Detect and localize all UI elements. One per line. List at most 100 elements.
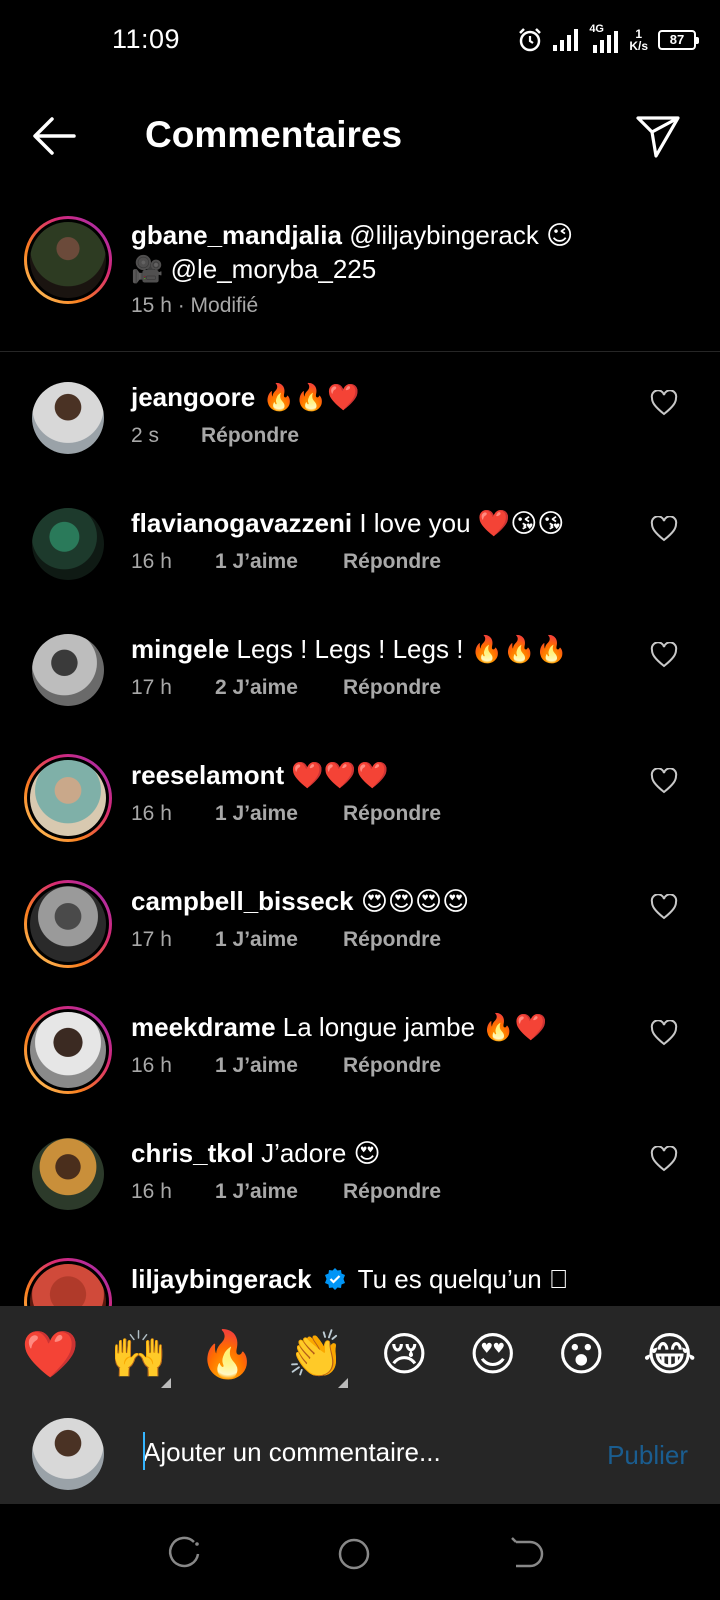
- likes-count[interactable]: 1 J’aime: [215, 928, 343, 952]
- likes-count[interactable]: 1 J’aime: [215, 1054, 343, 1078]
- heart-outline-icon[interactable]: [650, 390, 678, 416]
- reply-button[interactable]: Répondre: [343, 1180, 441, 1204]
- reaction-heart-eyes-button[interactable]: 😍: [453, 1327, 533, 1381]
- battery-icon: 87: [658, 30, 699, 50]
- comment-text: liljaybingerack Tu es quelqu’un 🏾: [131, 1262, 568, 1296]
- reaction-raised-hands-button[interactable]: 🙌: [99, 1327, 179, 1388]
- reaction-surprised-button[interactable]: 😮: [541, 1327, 621, 1381]
- alarm-icon: [519, 28, 542, 52]
- reply-button[interactable]: Répondre: [343, 928, 441, 952]
- comment-item: liljaybingerack Tu es quelqu’un 🏾: [0, 1250, 720, 1306]
- comment-username[interactable]: reeselamont: [131, 760, 284, 790]
- back-nav-icon[interactable]: [506, 1534, 546, 1574]
- comment-item: jeangoore 🔥🔥❤️ 2 s Répondre: [0, 368, 720, 496]
- system-nav-bar: [0, 1504, 720, 1600]
- current-user-avatar: [32, 1418, 104, 1490]
- heart-outline-icon[interactable]: [650, 1020, 678, 1046]
- reply-button[interactable]: Répondre: [201, 424, 299, 448]
- text-cursor: [143, 1432, 145, 1470]
- recent-apps-icon[interactable]: [164, 1534, 204, 1574]
- comment-text: campbell_bisseck 😍😍😍😍: [131, 884, 469, 918]
- heart-outline-icon[interactable]: [650, 768, 678, 794]
- net-speed: 1 K/s: [629, 27, 648, 53]
- comment-body: 😍😍😍😍: [360, 886, 470, 916]
- status-time: 11:09: [112, 24, 181, 54]
- likes-count[interactable]: 1 J’aime: [215, 1180, 343, 1204]
- comment-item: campbell_bisseck 😍😍😍😍 17 h 1 J’aime Répo…: [0, 872, 720, 1000]
- verified-badge-icon: [324, 1268, 345, 1290]
- comment-text: reeselamont ❤️❤️❤️: [131, 758, 389, 792]
- reaction-cry-button[interactable]: 😢: [364, 1327, 444, 1381]
- reaction-heart-button[interactable]: ❤️: [10, 1327, 90, 1382]
- comment-username[interactable]: chris_tkol: [131, 1138, 254, 1168]
- heart-outline-icon[interactable]: [650, 642, 678, 668]
- avatar[interactable]: [32, 382, 104, 454]
- skin-tone-indicator: [160, 1377, 171, 1388]
- likes-count[interactable]: 1 J’aime: [215, 550, 343, 574]
- avatar[interactable]: [24, 216, 112, 304]
- avatar[interactable]: [32, 508, 104, 580]
- comment-text: chris_tkol J’adore 😍: [131, 1136, 381, 1170]
- comment-time: 16 h: [131, 550, 172, 573]
- comment-time: 17 h: [131, 928, 172, 951]
- signal-4g-icon: 4G: [589, 23, 619, 53]
- comment-input-bar: Publier: [0, 1402, 720, 1504]
- likes-count[interactable]: 1 J’aime: [215, 802, 343, 826]
- comment-item: flavianogavazzeni I love you ❤️😘😘 16 h 1…: [0, 494, 720, 622]
- reply-button[interactable]: Répondre: [343, 1054, 441, 1078]
- comment-time: 16 h: [131, 1054, 172, 1077]
- comment-text: meekdrame La longue jambe 🔥❤️: [131, 1010, 547, 1044]
- arrow-left-icon: [33, 117, 76, 155]
- reaction-clap-button[interactable]: 👏: [276, 1327, 356, 1388]
- reply-button[interactable]: Répondre: [343, 550, 441, 574]
- comment-body: J’adore 😍: [261, 1138, 381, 1168]
- comment-username[interactable]: campbell_bisseck: [131, 886, 354, 916]
- comment-body: Legs ! Legs ! Legs ! 🔥🔥🔥: [236, 634, 568, 664]
- reaction-fire-button[interactable]: 🔥: [187, 1327, 267, 1382]
- caption-username[interactable]: gbane_mandjalia: [131, 220, 342, 250]
- comment-username[interactable]: meekdrame: [131, 1012, 276, 1042]
- post-caption: gbane_mandjalia @liljaybingerack 😉 🎥 @le…: [0, 212, 720, 352]
- comment-username[interactable]: mingele: [131, 634, 229, 664]
- comment-item: mingele Legs ! Legs ! Legs ! 🔥🔥🔥 17 h 2 …: [0, 620, 720, 748]
- comment-time: 16 h: [131, 802, 172, 825]
- reply-button[interactable]: Répondre: [343, 802, 441, 826]
- avatar[interactable]: [24, 1258, 112, 1306]
- signal-icon: [553, 29, 579, 51]
- comment-item: reeselamont ❤️❤️❤️ 16 h 1 J’aime Répondr…: [0, 746, 720, 874]
- comment-item: chris_tkol J’adore 😍 16 h 1 J’aime Répon…: [0, 1124, 720, 1252]
- caption-text: gbane_mandjalia @liljaybingerack 😉 🎥 @le…: [131, 218, 601, 286]
- avatar[interactable]: [32, 634, 104, 706]
- avatar[interactable]: [24, 880, 112, 968]
- comment-body: La longue jambe 🔥❤️: [282, 1012, 548, 1042]
- comment-meta: 17 h 1 J’aime Répondre: [131, 928, 441, 952]
- home-icon[interactable]: [334, 1534, 374, 1574]
- comment-username[interactable]: jeangoore: [131, 382, 255, 412]
- reaction-laugh-button[interactable]: 😂: [630, 1327, 710, 1381]
- comment-username[interactable]: flavianogavazzeni: [131, 508, 352, 538]
- avatar[interactable]: [32, 1138, 104, 1210]
- comment-input[interactable]: [143, 1430, 573, 1474]
- share-button[interactable]: [634, 112, 682, 160]
- comment-body: Tu es quelqu’un 🏾: [357, 1264, 569, 1294]
- avatar[interactable]: [24, 754, 112, 842]
- header: Commentaires: [0, 96, 720, 176]
- comment-meta: 16 h 1 J’aime Répondre: [131, 802, 441, 826]
- comment-meta: 16 h 1 J’aime Répondre: [131, 550, 441, 574]
- heart-outline-icon[interactable]: [650, 894, 678, 920]
- heart-outline-icon[interactable]: [650, 516, 678, 542]
- back-button[interactable]: [30, 114, 78, 158]
- publish-button[interactable]: Publier: [607, 1440, 688, 1471]
- avatar[interactable]: [24, 1006, 112, 1094]
- comment-text: jeangoore 🔥🔥❤️: [131, 380, 360, 414]
- page-title: Commentaires: [145, 114, 403, 155]
- heart-outline-icon[interactable]: [650, 1146, 678, 1172]
- comment-meta: 16 h 1 J’aime Répondre: [131, 1054, 441, 1078]
- likes-count[interactable]: 2 J’aime: [215, 676, 343, 700]
- status-bar: 11:09 4G 1 K/s 87: [0, 0, 720, 80]
- paper-plane-icon: [636, 116, 680, 158]
- comment-username[interactable]: liljaybingerack: [131, 1264, 312, 1294]
- reply-button[interactable]: Répondre: [343, 676, 441, 700]
- comment-meta: 2 s Répondre: [131, 424, 299, 448]
- comment-body: I love you ❤️😘😘: [359, 508, 565, 538]
